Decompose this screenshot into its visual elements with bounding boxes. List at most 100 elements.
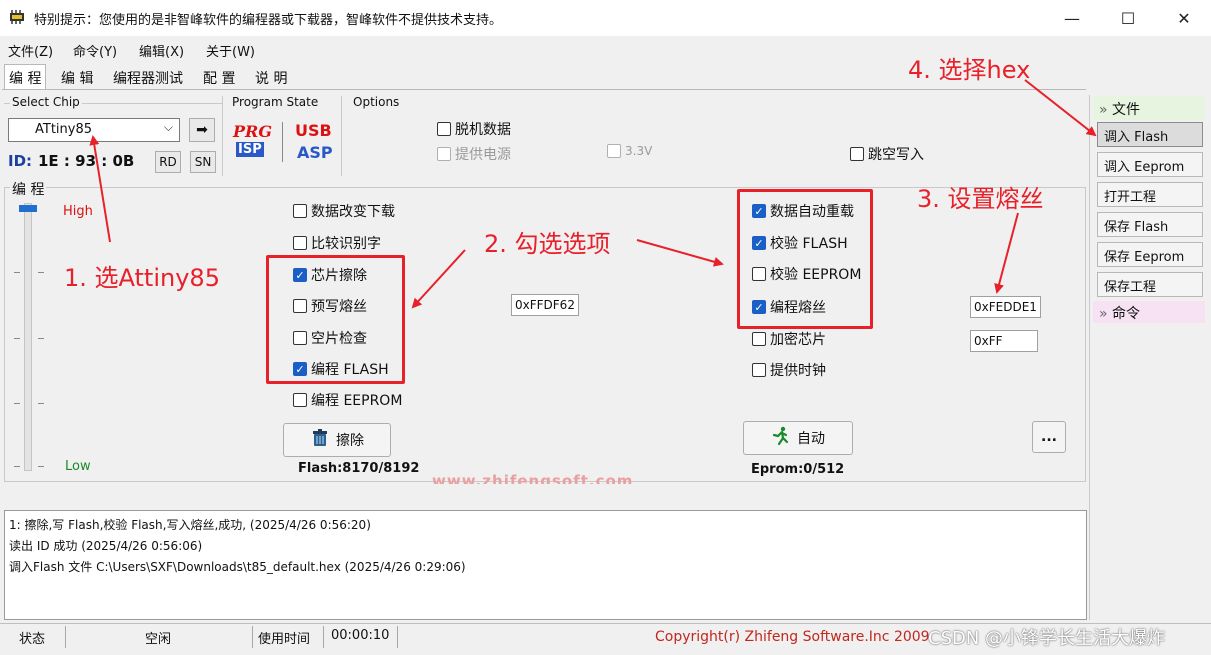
provide-power-checkbox[interactable]: 提供电源	[437, 144, 511, 164]
file-section-header[interactable]: » 文件	[1093, 96, 1205, 120]
arrow-right-icon-button[interactable]: ➡	[189, 118, 215, 142]
speed-high-label: High	[63, 204, 93, 219]
load-flash-button[interactable]: 调入 Flash	[1097, 122, 1203, 147]
speed-low-label: Low	[65, 459, 91, 474]
annotation-step4: 4. 选择hex	[908, 56, 1031, 84]
tab-divider	[2, 89, 1086, 90]
menu-edit[interactable]: 编辑(X)	[139, 41, 184, 60]
status-separator	[65, 626, 66, 648]
checkbox-box	[752, 332, 766, 346]
log-line: 读出 ID 成功 (2025/4/26 0:56:06)	[9, 539, 203, 553]
checkbox-label: 比较识别字	[311, 236, 381, 252]
open-project-button[interactable]: 打开工程	[1097, 182, 1203, 207]
fuse-value-mid[interactable]: 0xFFDF62	[511, 294, 579, 316]
checkbox-box	[293, 393, 307, 407]
lock-bits-value[interactable]: 0xFF	[970, 330, 1038, 352]
group-divider	[222, 96, 223, 176]
program-state-label: Program State	[230, 95, 321, 109]
load-eeprom-button[interactable]: 调入 Eeprom	[1097, 152, 1203, 177]
eprom-usage-count: Eprom:0/512	[751, 462, 845, 477]
prg-logo: PRG	[233, 122, 272, 141]
annotation-box-left-options	[266, 255, 405, 384]
log-line: 1: 擦除,写 Flash,校验 Flash,写入熔丝,成功, (2025/4/…	[9, 518, 371, 532]
tab-program[interactable]: 编 程	[4, 64, 47, 90]
auto-button[interactable]: 自动	[743, 421, 853, 455]
maximize-button[interactable]: ☐	[1101, 0, 1155, 36]
right-option-checkbox-5[interactable]: 提供时钟	[752, 360, 826, 380]
erase-button[interactable]: 擦除	[283, 423, 391, 457]
slider-tick	[14, 403, 20, 404]
slider-tick	[38, 338, 44, 339]
select-chip-label: Select Chip	[10, 95, 82, 109]
chevron-down-icon: ⌵	[163, 120, 173, 134]
speed-slider-track[interactable]	[24, 203, 32, 471]
checkbox-box	[752, 363, 766, 377]
usage-time-value: 00:00:10	[331, 628, 390, 643]
id-label: ID:	[8, 152, 33, 170]
menu-command[interactable]: 命令(Y)	[73, 41, 117, 60]
left-option-checkbox-1[interactable]: 比较识别字	[293, 233, 381, 253]
annotation-step2: 2. 勾选选项	[484, 230, 611, 258]
tab-edit[interactable]: 编 辑	[56, 64, 98, 88]
usage-time-label: 使用时间	[258, 632, 311, 647]
slider-tick	[38, 272, 44, 273]
double-chevron-right-icon: »	[1099, 306, 1108, 322]
copyright-text: Copyright(r) Zhifeng Software.Inc 2009	[655, 629, 930, 645]
asp-logo: ASP	[297, 143, 333, 162]
flash-usage-count: Flash:8170/8192	[298, 461, 420, 476]
checkbox-box	[437, 147, 451, 161]
annotation-step3: 3. 设置熔丝	[917, 185, 1044, 213]
close-button[interactable]: ✕	[1157, 0, 1211, 36]
isp-logo: ISP	[236, 142, 264, 157]
status-separator	[323, 626, 324, 648]
fuse-value-extended[interactable]: 0xFEDDE1	[970, 296, 1041, 318]
right-option-checkbox-4[interactable]: 加密芯片	[752, 329, 826, 349]
slider-tick	[38, 403, 44, 404]
checkbox-box	[293, 236, 307, 250]
chip-id-value: 1E : 93 : 0B	[38, 152, 135, 170]
checkbox-box	[850, 147, 864, 161]
checkbox-label: 编程 EEPROM	[311, 393, 403, 409]
slider-tick	[14, 272, 20, 273]
chip-select-value: ATtiny85	[35, 122, 93, 137]
slider-tick	[14, 338, 20, 339]
save-flash-button[interactable]: 保存 Flash	[1097, 212, 1203, 237]
menu-about[interactable]: 关于(W)	[206, 41, 255, 60]
tab-programmer-test[interactable]: 编程器测试	[108, 64, 188, 88]
window-title: 特别提示：您使用的是非智峰软件的编程器或下载器，智峰软件不提供技术支持。	[34, 13, 503, 28]
tab-help[interactable]: 说 明	[250, 64, 292, 88]
checkbox-box	[293, 204, 307, 218]
left-option-checkbox-0[interactable]: 数据改变下载	[293, 201, 395, 221]
menu-file[interactable]: 文件(Z)	[8, 41, 53, 60]
running-man-icon	[771, 426, 791, 450]
website-watermark: www.zhifengsoft.com	[432, 472, 634, 484]
voltage-3v3-checkbox[interactable]: 3.3V	[607, 144, 652, 158]
slider-tick	[38, 466, 44, 467]
options-label: Options	[351, 95, 402, 109]
speed-slider-thumb[interactable]	[19, 205, 37, 212]
annotation-box-right-options	[737, 189, 873, 329]
tab-config[interactable]: 配 置	[198, 64, 240, 88]
usb-logo: USB	[295, 121, 332, 140]
checkbox-box	[437, 122, 451, 136]
offline-data-checkbox[interactable]: 脱机数据	[437, 119, 511, 139]
double-chevron-down-icon: »	[1099, 102, 1108, 118]
save-eeprom-button[interactable]: 保存 Eeprom	[1097, 242, 1203, 267]
skip-blank-write-checkbox[interactable]: 跳空写入	[850, 144, 924, 164]
log-output[interactable]: 1: 擦除,写 Flash,校验 Flash,写入熔丝,成功, (2025/4/…	[4, 510, 1087, 620]
chip-select[interactable]: ATtiny85 ⌵	[8, 118, 180, 142]
status-separator	[397, 626, 398, 648]
trash-icon	[310, 428, 330, 452]
left-option-checkbox-6[interactable]: 编程 EEPROM	[293, 390, 402, 410]
more-options-button[interactable]: ...	[1032, 421, 1066, 453]
group-divider	[341, 96, 342, 176]
checkbox-label: 提供时钟	[770, 363, 826, 379]
checkbox-label: 数据改变下载	[311, 204, 395, 220]
read-id-button[interactable]: RD	[155, 151, 181, 173]
status-label: 状态	[19, 632, 46, 647]
command-section-header[interactable]: » 命令	[1093, 301, 1205, 323]
serial-number-button[interactable]: SN	[190, 151, 216, 173]
log-line: 调入Flash 文件 C:\Users\SXF\Downloads\t85_de…	[9, 560, 466, 574]
save-project-button[interactable]: 保存工程	[1097, 272, 1203, 297]
minimize-button[interactable]: —	[1045, 0, 1099, 36]
